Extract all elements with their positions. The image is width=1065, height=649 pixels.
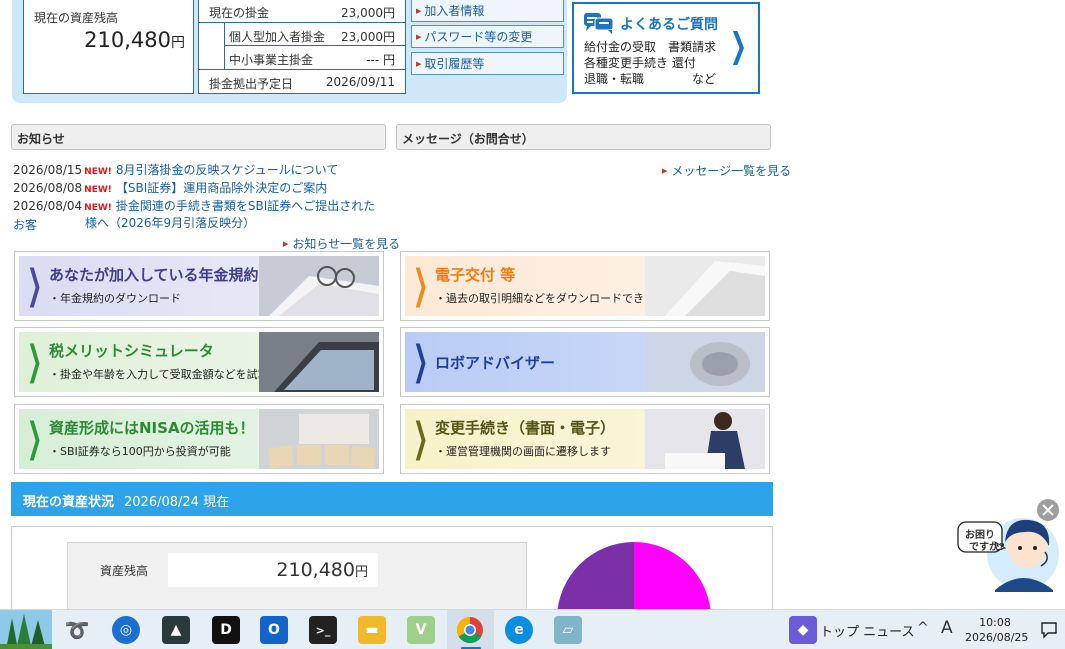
help-chat-widget[interactable]: お困り ですか? xyxy=(955,496,1065,601)
chevron-right-icon: ❯ xyxy=(27,338,43,384)
banner-subtitle: ・過去の取引明細などをダウンロードできます xyxy=(435,292,666,305)
copilot-icon[interactable]: ➰ xyxy=(63,616,91,644)
notice-link[interactable]: 8月引落掛金の反映スケジュールについて xyxy=(116,163,338,177)
asset-balance-value: 210,480円 xyxy=(84,28,185,52)
banner-title: ロボアドバイザー xyxy=(435,354,556,372)
chevron-right-icon: ❯ xyxy=(413,415,429,461)
asset-pie-chart xyxy=(557,542,711,610)
triangle-icon: ▶ xyxy=(416,7,422,15)
banner-subtitle: ・SBI証券なら100円から投資が可能 xyxy=(49,445,231,458)
faq-title: よくあるご質問 xyxy=(620,17,718,33)
banner-tax-simulator[interactable]: ❯ 税メリットシミュレータ ・掛金や年齢を入力して受取金額などを試算 xyxy=(14,327,384,397)
messages-more-link[interactable]: ▶ メッセージ一覧を見る xyxy=(662,162,791,179)
paper-stack-photo xyxy=(645,256,765,316)
pie-slice-purple xyxy=(557,542,634,610)
banner-subtitle: ・掛金や年齢を入力して受取金額などを試算 xyxy=(49,368,269,381)
faq-panel[interactable]: よくあるご質問 給付金の受取 書類請求 各種変更手続き 還付 退職・転職 など … xyxy=(572,2,760,94)
banner-pension-rules[interactable]: ❯ あなたが加入している年金規約 ・年金規約のダウンロード xyxy=(14,251,384,321)
pie-slice-magenta xyxy=(634,542,711,610)
chrome-icon[interactable] xyxy=(456,616,484,644)
balance-label: 資産残高 xyxy=(100,564,149,578)
password-change-button[interactable]: ▶ パスワード等の変更 xyxy=(411,25,564,48)
clock[interactable]: 10:08 2026/08/25 xyxy=(965,615,1028,645)
app-v-icon[interactable]: V xyxy=(407,616,435,644)
robot-hand-photo xyxy=(645,332,765,392)
chevron-right-icon: ❯ xyxy=(27,415,43,461)
schedule-value: 2026/09/11 xyxy=(325,75,395,89)
individual-contrib-label: 個人型加入者掛金 xyxy=(229,30,326,44)
tray-chevron-icon[interactable]: ^ xyxy=(917,620,929,636)
notification-icon[interactable] xyxy=(1040,621,1058,639)
forest-thumbnail-icon[interactable] xyxy=(0,610,52,649)
faq-line: 退職・転職 など xyxy=(584,72,717,86)
triangle-icon: ▶ xyxy=(662,167,668,175)
asset-status-date: 2026/08/24 現在 xyxy=(124,495,230,510)
chevron-right-icon: ❯ xyxy=(413,262,429,308)
banner-title: あなたが加入している年金規約 xyxy=(49,266,259,284)
banner-subtitle: ・運営管理機関の画面に遷移します xyxy=(435,445,611,458)
chevron-right-icon: ❯ xyxy=(27,262,43,308)
notice-link[interactable]: 様へ（2026年9月引落反映分） xyxy=(85,216,255,230)
help-text: ですか? xyxy=(969,542,1005,553)
notices-header: お知らせ xyxy=(11,124,386,150)
notice-link[interactable]: 【SBI証券】運用商品除外決定のご案内 xyxy=(116,181,327,195)
banner-robo-advisor[interactable]: ❯ ロボアドバイザー xyxy=(400,327,770,397)
laptop-photo xyxy=(259,332,379,392)
current-contrib-label: 現在の掛金 xyxy=(209,6,270,20)
contribution-table: 現在の掛金 23,000円 個人型加入者掛金 23,000円 中小事業主掛金 --- … xyxy=(198,0,406,94)
smb-contrib-value: --- 円 xyxy=(366,53,395,67)
person-writing-photo xyxy=(645,409,765,469)
app-terminal-green-icon[interactable]: ▲ xyxy=(162,616,190,644)
messages-header: メッセージ（お問合せ） xyxy=(396,124,771,150)
notices-more-link[interactable]: ▶ お知らせ一覧を見る xyxy=(283,235,400,252)
banner-title: 税メリットシミュレータ xyxy=(49,342,214,360)
chat-bubble-icon xyxy=(584,13,614,34)
asset-balance-label: 現在の資産残高 xyxy=(34,11,119,25)
chevron-right-icon: ❯ xyxy=(729,26,747,66)
banner-e-delivery[interactable]: ❯ 電子交付 等 ・過去の取引明細などをダウンロードできます xyxy=(400,251,770,321)
nisa-blocks-photo xyxy=(259,409,379,469)
app-notepad-icon[interactable]: ▱ xyxy=(554,616,582,644)
asset-status-header: 現在の資産状況 2026/08/24 現在 xyxy=(11,482,773,516)
documents-photo xyxy=(259,256,379,316)
balance-value: 210,480円 xyxy=(168,553,378,587)
chevron-right-icon: ❯ xyxy=(413,338,429,384)
banner-change-procedures[interactable]: ❯ 変更手続き（書面・電子） ・運営管理機関の画面に遷移します xyxy=(400,404,770,474)
faq-line: 各種変更手続き 還付 xyxy=(584,56,696,70)
app-swirl-icon[interactable]: ◎ xyxy=(112,616,140,644)
news-widget-label[interactable]: トップ ニュース xyxy=(820,621,914,640)
smb-contrib-label: 中小事業主掛金 xyxy=(229,53,314,67)
individual-contrib-value: 23,000円 xyxy=(341,30,395,44)
asset-status-title: 現在の資産状況 xyxy=(23,495,115,510)
asset-balance-box: 現在の資産残高 210,480円 xyxy=(23,0,194,94)
terminal-icon[interactable]: >_ xyxy=(309,616,337,644)
news-widget-icon[interactable]: ◆ xyxy=(789,616,817,644)
current-contrib-value: 23,000円 xyxy=(341,6,395,20)
banner-title: 資産形成にはNISAの活用も！ xyxy=(49,419,255,437)
banner-nisa[interactable]: ❯ 資産形成にはNISAの活用も！ ・SBI証券なら100円から投資が可能 xyxy=(14,404,384,474)
member-info-button[interactable]: ▶ 加入者情報 xyxy=(411,0,564,22)
banner-title: 変更手続き（書面・電子） xyxy=(435,419,616,437)
faq-line: 給付金の受取 書類請求 xyxy=(584,40,717,54)
banner-subtitle: ・年金規約のダウンロード xyxy=(49,292,181,305)
banner-title: 電子交付 等 xyxy=(435,266,516,284)
outlook-icon[interactable]: O xyxy=(260,616,288,644)
triangle-icon: ▶ xyxy=(416,60,422,68)
ime-indicator[interactable]: A xyxy=(941,618,953,638)
notice-item[interactable]: 2026/08/08 NEW! 【SBI証券】運用商品除外決定のご案内 xyxy=(13,180,327,199)
history-button[interactable]: ▶ 取引履歴等 xyxy=(411,52,564,75)
schedule-label: 掛金拠出予定日 xyxy=(209,77,294,91)
file-explorer-icon[interactable]: ▬ xyxy=(358,616,386,644)
notice-item-cont[interactable]: 様へ（2026年9月引落反映分） xyxy=(85,215,255,232)
app-d-icon[interactable]: D xyxy=(212,616,240,644)
triangle-icon: ▶ xyxy=(283,240,289,248)
notice-item[interactable]: 2026/08/15 NEW! 8月引落掛金の反映スケジュールについて xyxy=(13,162,338,181)
triangle-icon: ▶ xyxy=(416,33,422,41)
windows-taskbar: ➰ ◎ ▲ D O >_ ▬ V e ▱ ◆ トップ ニュース ^ A 10:0… xyxy=(0,609,1065,649)
edge-icon[interactable]: e xyxy=(505,616,533,644)
